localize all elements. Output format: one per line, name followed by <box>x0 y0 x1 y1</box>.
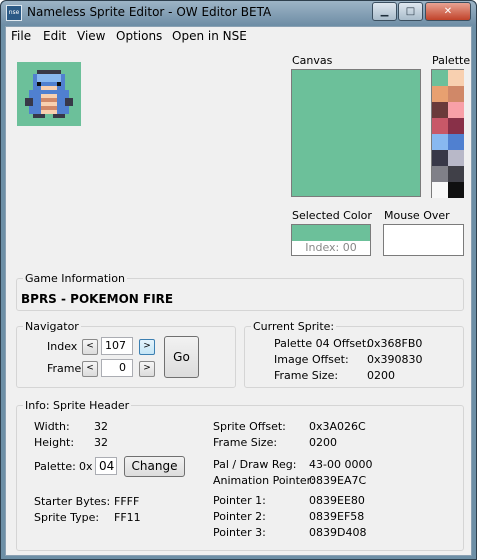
pointer-3-value: 0839D408 <box>309 526 367 539</box>
sprite-header-group: Info: Sprite Header Width: 32 Height: 32… <box>16 399 464 551</box>
title-bar[interactable]: nse Nameless Sprite Editor - OW Editor B… <box>1 1 476 25</box>
index-label: Index <box>47 340 78 353</box>
frame-size-value: 0200 <box>367 369 395 382</box>
palette-label: Palette <box>432 54 471 67</box>
go-button[interactable]: Go <box>164 336 199 378</box>
pointer-2-value: 0839EF58 <box>309 510 365 523</box>
maximize-button[interactable]: □ <box>398 2 423 21</box>
palette-number-label: Palette: <box>34 460 76 473</box>
frame-label: Frame <box>47 362 82 375</box>
palette-swatch-11[interactable] <box>448 150 464 166</box>
client-area: File Edit View Options Open in NSE Canva… <box>5 26 472 556</box>
sprite-header-title: Info: Sprite Header <box>23 399 132 412</box>
palette-swatch-2[interactable] <box>432 86 448 102</box>
pal-draw-reg-label: Pal / Draw Reg: <box>213 458 297 471</box>
index-field[interactable]: 107 <box>101 337 133 355</box>
minimize-button[interactable]: ▁ <box>372 2 397 21</box>
mouse-over-label: Mouse Over <box>384 209 450 222</box>
palette-offset-value: 0x368FB0 <box>367 337 423 350</box>
pointer-2-label: Pointer 2: <box>213 510 266 523</box>
window-title: Nameless Sprite Editor - OW Editor BETA <box>27 5 272 19</box>
navigator-title: Navigator <box>23 320 81 333</box>
sprite-canvas[interactable] <box>291 69 421 197</box>
menu-file[interactable]: File <box>11 29 31 43</box>
selected-color-index: Index: 00 <box>305 241 357 254</box>
animation-pointer-value: 0839EA7C <box>309 474 367 487</box>
pointer-3-label: Pointer 3: <box>213 526 266 539</box>
sprite-offset-value: 0x3A026C <box>309 420 366 433</box>
pal-draw-reg-value: 43-00 0000 <box>309 458 373 471</box>
pointer-1-label: Pointer 1: <box>213 494 266 507</box>
game-information-title: Game Information <box>23 272 127 285</box>
palette-swatch-3[interactable] <box>448 86 464 102</box>
sprite-offset-label: Sprite Offset: <box>213 420 286 433</box>
image-offset-label: Image Offset: <box>274 353 349 366</box>
sprite-image <box>17 62 81 126</box>
palette-swatch-5[interactable] <box>448 102 464 118</box>
palette-swatch-1[interactable] <box>448 70 464 86</box>
close-button[interactable]: ✕ <box>425 2 471 21</box>
menu-view[interactable]: View <box>77 29 105 43</box>
pointer-1-value: 0839EE80 <box>309 494 365 507</box>
palette-swatch-4[interactable] <box>432 102 448 118</box>
palette-swatch-7[interactable] <box>448 118 464 134</box>
palette-swatch-8[interactable] <box>432 134 448 150</box>
header-frame-size-label: Frame Size: <box>213 436 278 449</box>
starter-bytes-label: Starter Bytes: <box>34 495 111 508</box>
sprite-preview[interactable] <box>17 62 81 126</box>
selected-color-swatch <box>292 225 370 241</box>
palette-swatch-10[interactable] <box>432 150 448 166</box>
palette-swatch-15[interactable] <box>448 182 464 198</box>
header-frame-size-value: 0200 <box>309 436 337 449</box>
menu-bar: File Edit View Options Open in NSE <box>6 27 471 47</box>
palette-hex-prefix: 0x <box>79 460 93 473</box>
image-offset-value: 0x390830 <box>367 353 423 366</box>
menu-open-in-nse[interactable]: Open in NSE <box>172 29 247 43</box>
animation-pointer-label: Animation Pointer: <box>213 474 315 487</box>
frame-next-button[interactable]: > <box>139 361 155 377</box>
index-prev-button[interactable]: < <box>82 339 98 355</box>
game-name: BPRS - POKEMON FIRE <box>21 292 174 306</box>
navigator-group: Navigator Index < 107 > Frame < 0 > Go <box>16 320 236 388</box>
palette-swatch-14[interactable] <box>432 182 448 198</box>
palette-swatch-13[interactable] <box>448 166 464 182</box>
width-value: 32 <box>94 420 108 433</box>
palette-swatch-12[interactable] <box>432 166 448 182</box>
canvas-label: Canvas <box>292 54 333 67</box>
current-sprite-group: Current Sprite: Palette 04 Offset: 0x368… <box>244 320 464 388</box>
palette-swatch-0[interactable] <box>432 70 448 86</box>
mouse-over-box <box>383 224 464 256</box>
height-value: 32 <box>94 436 108 449</box>
palette-number-field[interactable]: 04 <box>95 457 117 475</box>
starter-bytes-value: FFFF <box>114 495 140 508</box>
palette-grid <box>431 69 464 198</box>
menu-edit[interactable]: Edit <box>43 29 66 43</box>
menu-options[interactable]: Options <box>116 29 162 43</box>
palette-offset-label: Palette 04 Offset: <box>274 337 370 350</box>
app-window: nse Nameless Sprite Editor - OW Editor B… <box>0 0 477 560</box>
index-next-button[interactable]: > <box>139 339 155 355</box>
palette-swatch-9[interactable] <box>448 134 464 150</box>
height-label: Height: <box>34 436 75 449</box>
sprite-type-value: FF11 <box>114 511 141 524</box>
sprite-type-label: Sprite Type: <box>34 511 100 524</box>
app-icon: nse <box>6 5 22 21</box>
width-label: Width: <box>34 420 70 433</box>
palette-swatch-6[interactable] <box>432 118 448 134</box>
selected-color-label: Selected Color <box>292 209 372 222</box>
selected-color-box: Index: 00 <box>291 224 371 256</box>
game-information-group: Game Information BPRS - POKEMON FIRE <box>16 272 464 311</box>
frame-prev-button[interactable]: < <box>82 361 98 377</box>
frame-size-label: Frame Size: <box>274 369 339 382</box>
current-sprite-title: Current Sprite: <box>251 320 337 333</box>
frame-field[interactable]: 0 <box>101 359 133 377</box>
change-palette-button[interactable]: Change <box>124 456 185 477</box>
